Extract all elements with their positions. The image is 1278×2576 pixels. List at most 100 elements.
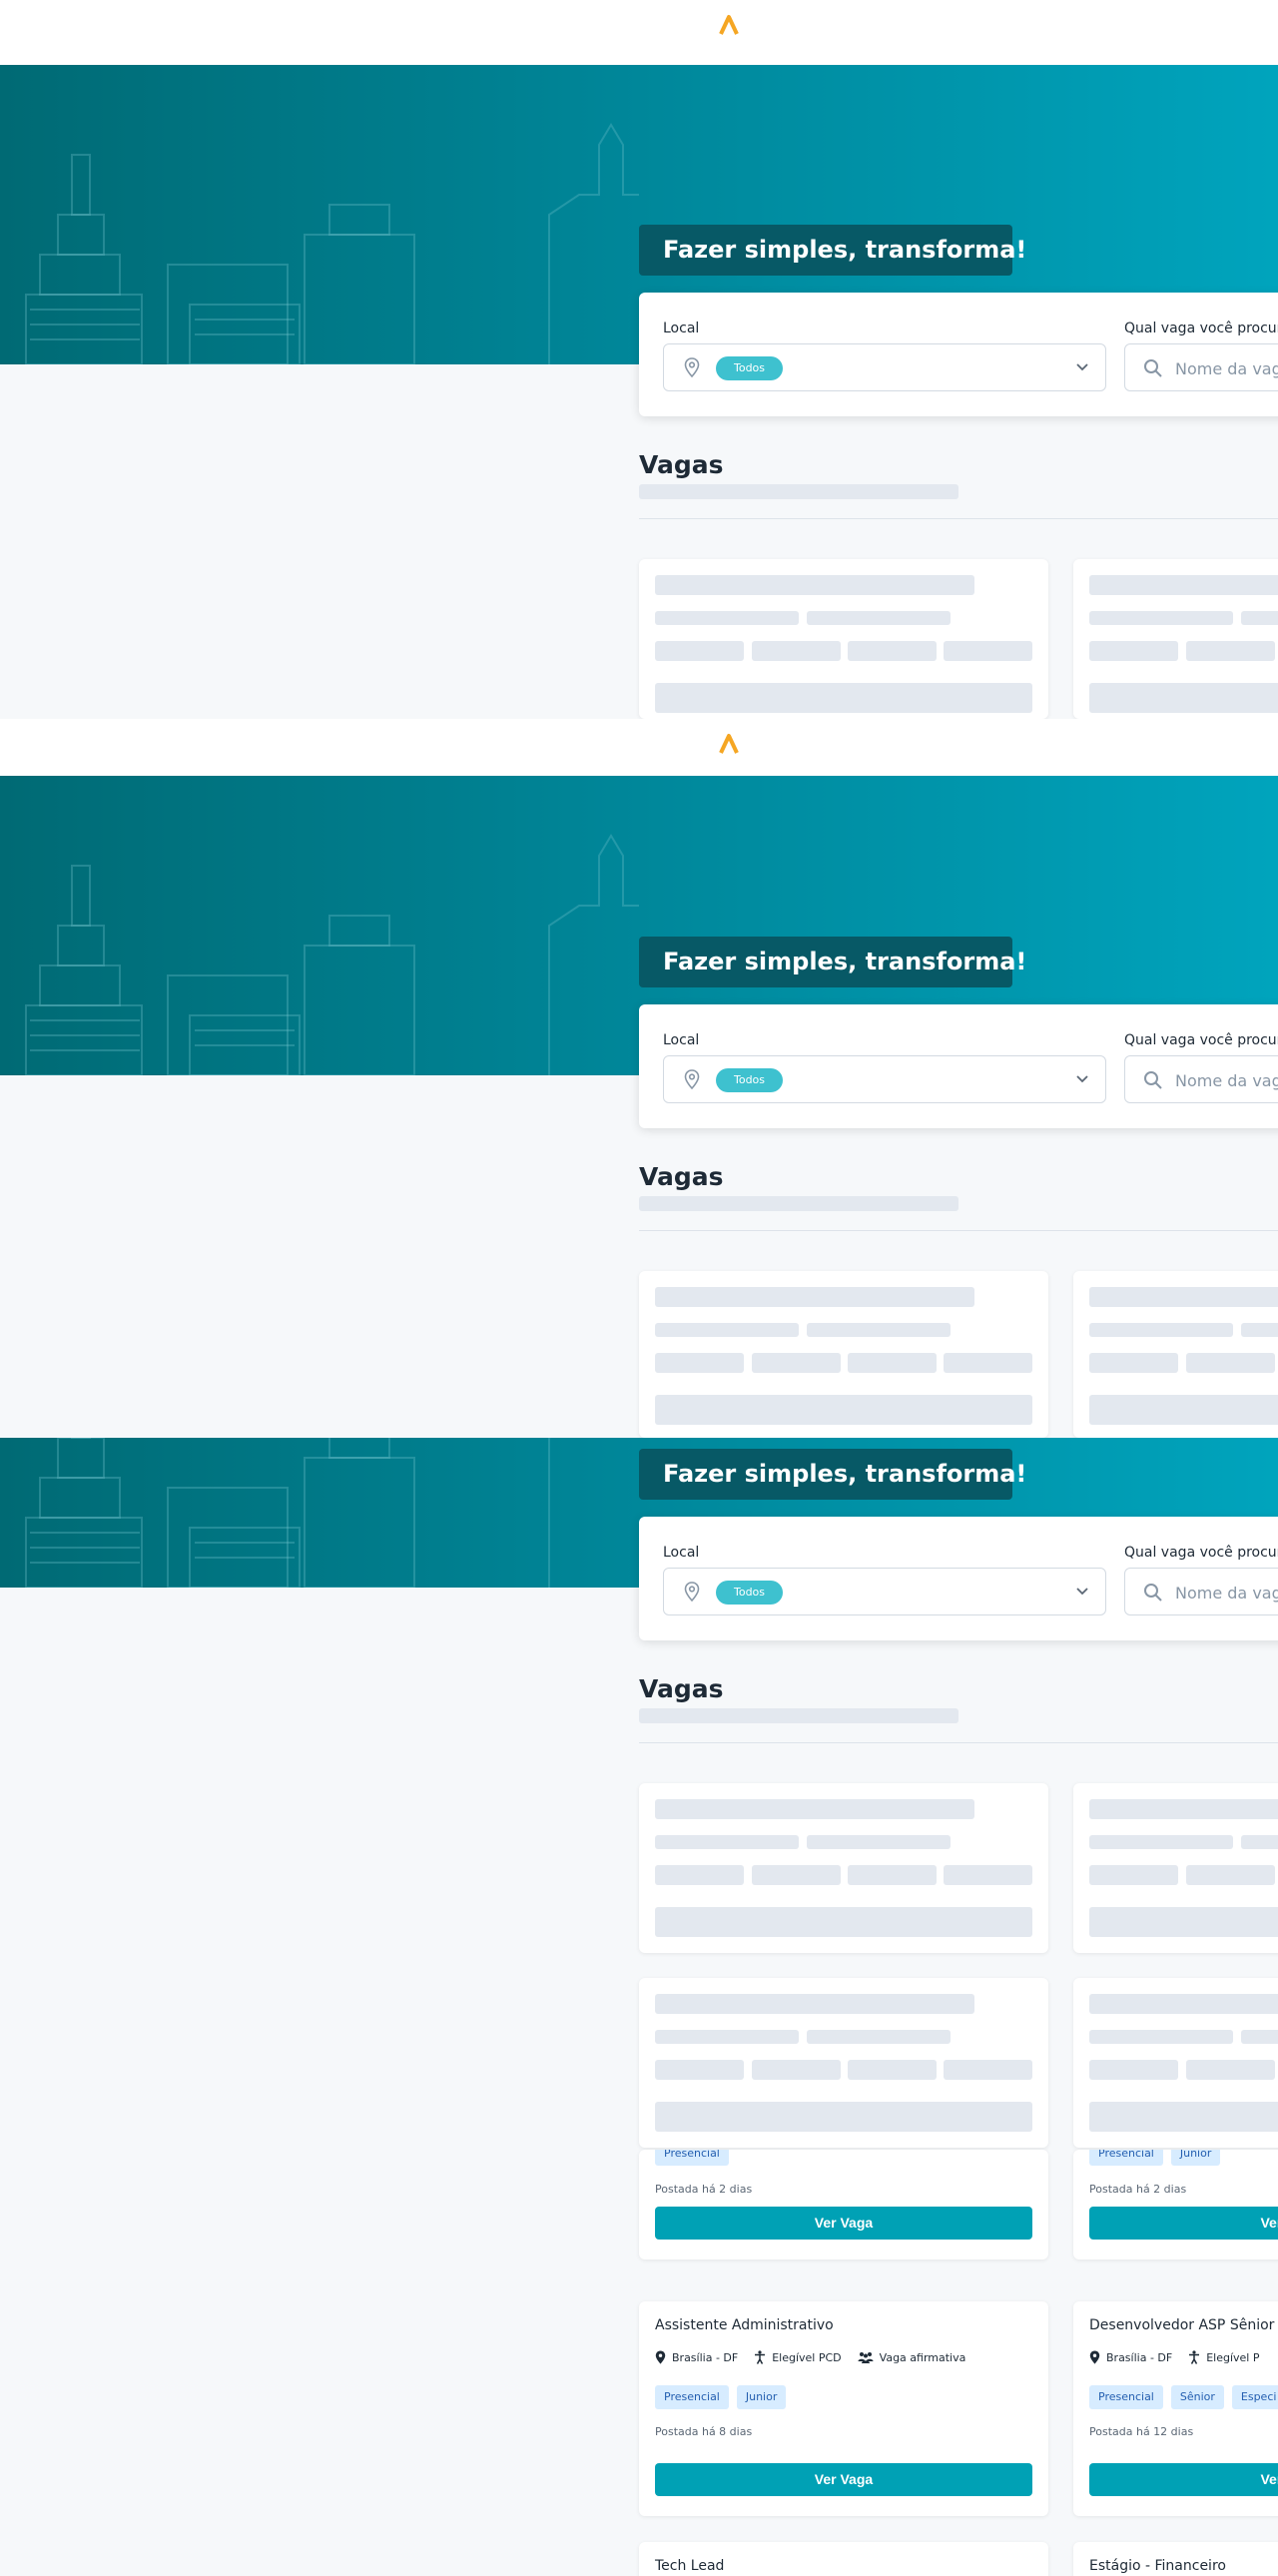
jobs-count-skeleton: [639, 484, 958, 499]
location-pin-icon: [684, 1069, 700, 1089]
job-card-skeleton: [1073, 1978, 1278, 2148]
job-search-field[interactable]: [1124, 1055, 1278, 1103]
local-select[interactable]: Todos: [663, 1055, 1106, 1103]
local-select[interactable]: Todos: [663, 343, 1106, 391]
job-card-skeleton: [1073, 1271, 1278, 1438]
job-search-card: Local Todos Qual vaga você procur: [639, 1004, 1278, 1128]
job-card: Desenvolvedor ASP Sênior Brasília - DF E…: [1073, 2301, 1278, 2516]
section-divider: [639, 518, 1278, 519]
job-card-skeleton: [639, 559, 1048, 719]
view-job-button[interactable]: Ver V: [1089, 2463, 1278, 2496]
location-pin-icon: [655, 2350, 666, 2364]
job-location: Brasília - DF: [655, 2350, 738, 2364]
local-label: Local: [663, 1545, 700, 1561]
brand-logo-icon[interactable]: [717, 14, 741, 36]
section-divider: [639, 1742, 1278, 1743]
job-tags: Presencial Junior: [655, 2385, 794, 2409]
job-card: Tech Lead: [639, 2542, 1048, 2576]
accessibility-icon: [1189, 2350, 1200, 2364]
query-label: Qual vaga você procur: [1124, 1545, 1278, 1561]
view-job-button[interactable]: Ver Vaga: [655, 2207, 1032, 2240]
job-search-field[interactable]: [1124, 343, 1278, 391]
location-pin-icon: [1089, 2350, 1100, 2364]
job-search-card: Local Todos Qual vaga você procur: [639, 293, 1278, 416]
local-label: Local: [663, 1032, 700, 1048]
job-card-skeleton: [639, 1978, 1048, 2148]
hero-tagline: Fazer simples, transforma!: [639, 1449, 1026, 1500]
search-icon: [1144, 1071, 1162, 1089]
view-job-button[interactable]: Ver V: [1089, 2207, 1278, 2240]
job-tags: Presencial Sênior Especi: [1089, 2385, 1278, 2409]
job-card-skeleton: [639, 1783, 1048, 1953]
job-search-field[interactable]: [1124, 1568, 1278, 1615]
job-location: Brasília - DF: [1089, 2350, 1172, 2364]
jobs-section-title: Vagas: [639, 450, 724, 479]
job-pcd: Elegível PCD: [754, 2350, 842, 2364]
job-tag: Junior: [1170, 2150, 1221, 2166]
view-job-button[interactable]: Ver Vaga: [655, 2463, 1032, 2496]
location-pin-icon: [684, 1582, 700, 1602]
job-pcd-text: Elegível P: [1206, 2350, 1260, 2364]
job-tag: Presencial: [655, 2385, 729, 2409]
hero-tagline: Fazer simples, transforma!: [639, 225, 1026, 276]
screenshot-band-3: Fazer simples, transforma! Local Todos Q…: [0, 1438, 1278, 2576]
job-tag: Sênior: [1170, 2385, 1224, 2409]
job-posted-date: Postada há 2 dias: [1089, 2183, 1187, 2196]
jobs-count-skeleton: [639, 1196, 958, 1211]
section-divider: [639, 1230, 1278, 1231]
job-location-text: Brasília - DF: [672, 2350, 739, 2364]
job-search-input[interactable]: [1175, 1068, 1278, 1092]
job-card: Assistente Administrativo Brasília - DF …: [639, 2301, 1048, 2516]
hero-tagline: Fazer simples, transforma!: [639, 937, 1026, 987]
job-tags: Presencial Junior: [1089, 2150, 1228, 2166]
jobs-count-skeleton: [639, 1708, 958, 1723]
jobs-section-title: Vagas: [639, 1162, 724, 1191]
brand-logo-icon[interactable]: [717, 733, 741, 755]
job-pcd-text: Elegível PCD: [772, 2350, 842, 2364]
job-affirmative: Vaga afirmativa: [858, 2350, 966, 2364]
query-label: Qual vaga você procur: [1124, 321, 1278, 336]
job-card: Presencial Postada há 2 dias Ver Vaga: [639, 2150, 1048, 2259]
chevron-down-icon[interactable]: [1075, 1074, 1089, 1084]
job-search-card: Local Todos Qual vaga você procur: [639, 1517, 1278, 1640]
top-navbar: [0, 719, 1278, 784]
job-posted-date: Postada há 12 dias: [1089, 2425, 1194, 2438]
job-affirmative-text: Vaga afirmativa: [879, 2350, 966, 2364]
screenshot-band-1: Fazer simples, transforma! Local Todos Q…: [0, 0, 1278, 719]
job-search-input[interactable]: [1175, 1581, 1278, 1605]
screenshot-band-2: Fazer simples, transforma! Local Todos Q…: [0, 719, 1278, 1438]
job-title[interactable]: Assistente Administrativo: [655, 2317, 834, 2333]
local-selected-chip[interactable]: Todos: [716, 356, 783, 380]
job-meta: Brasília - DF Elegível P: [1089, 2349, 1276, 2365]
job-tag: Presencial: [1089, 2150, 1163, 2166]
job-card-skeleton: [1073, 1783, 1278, 1953]
job-posted-date: Postada há 8 dias: [655, 2425, 753, 2438]
chevron-down-icon[interactable]: [1075, 362, 1089, 372]
job-location-text: Brasília - DF: [1106, 2350, 1173, 2364]
job-tags: Presencial: [655, 2150, 737, 2166]
job-search-input[interactable]: [1175, 356, 1278, 380]
search-icon: [1144, 1584, 1162, 1602]
local-selected-chip[interactable]: Todos: [716, 1068, 783, 1092]
job-title[interactable]: Desenvolvedor ASP Sênior: [1089, 2317, 1274, 2333]
accessibility-icon: [755, 2350, 766, 2364]
job-title[interactable]: Tech Lead: [655, 2558, 724, 2574]
job-tag: Presencial: [1089, 2385, 1163, 2409]
job-card-skeleton: [639, 1271, 1048, 1438]
job-card: Presencial Junior Postada há 2 dias Ver …: [1073, 2150, 1278, 2259]
query-label: Qual vaga você procur: [1124, 1032, 1278, 1048]
jobs-section-title: Vagas: [639, 1674, 724, 1703]
job-tag: Junior: [736, 2385, 787, 2409]
job-card-skeleton: [1073, 559, 1278, 719]
search-icon: [1144, 359, 1162, 377]
job-tag: Presencial: [655, 2150, 729, 2166]
local-select[interactable]: Todos: [663, 1568, 1106, 1615]
local-label: Local: [663, 321, 700, 336]
job-meta: Brasília - DF Elegível PCD Vaga afirmati…: [655, 2349, 981, 2365]
job-tag: Especi: [1231, 2385, 1278, 2409]
local-selected-chip[interactable]: Todos: [716, 1581, 783, 1605]
chevron-down-icon[interactable]: [1075, 1587, 1089, 1597]
job-card: Estágio - Financeiro: [1073, 2542, 1278, 2576]
location-pin-icon: [684, 357, 700, 377]
job-title[interactable]: Estágio - Financeiro: [1089, 2558, 1226, 2574]
